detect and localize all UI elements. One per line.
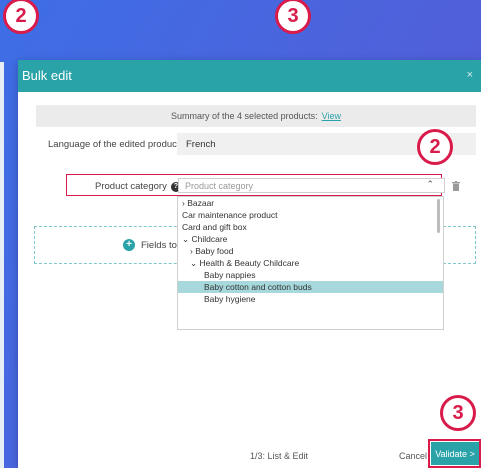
bulk-edit-modal: Bulk edit × Summary of the 4 selected pr… [18, 60, 481, 468]
annotation-badge-3: 3 [440, 395, 476, 431]
step-indicator: 1/3: List & Edit [250, 451, 309, 461]
language-row-label: Language of the edited products ? [48, 139, 199, 150]
plus-circle-icon: + [123, 239, 135, 251]
modal-title: Bulk edit [22, 68, 72, 83]
close-icon[interactable]: × [467, 69, 473, 81]
validate-button[interactable]: Validate > [431, 442, 479, 465]
chevron-up-icon: ⌃ [426, 179, 434, 189]
dropdown-option[interactable]: ⌄ Childcare [178, 233, 443, 245]
trash-icon[interactable] [452, 181, 460, 191]
selection-summary: Summary of the 4 selected products: View [36, 105, 476, 127]
dropdown-option[interactable]: Car maintenance product [178, 209, 443, 221]
modal-header: Bulk edit × [18, 60, 481, 92]
view-selection-link[interactable]: View [322, 111, 341, 121]
dropdown-option[interactable]: Card and gift box [178, 221, 443, 233]
annotation-badge-2: 2 [417, 129, 453, 165]
category-dropdown-list[interactable]: › Bazaar Car maintenance product Card an… [177, 196, 444, 330]
background-panel-edge [0, 62, 4, 468]
dropdown-option[interactable]: Baby nappies [178, 269, 443, 281]
summary-text: Summary of the 4 selected products: [171, 111, 318, 121]
dropdown-option[interactable]: › Baby food [178, 245, 443, 257]
annotation-badge-2: 2 [3, 0, 39, 34]
language-label: Language of the edited products [48, 139, 185, 150]
category-placeholder: Product category [185, 180, 254, 191]
dropdown-option[interactable]: ⌄ Health & Beauty Childcare [178, 257, 443, 269]
annotation-badge-3: 3 [275, 0, 311, 34]
category-row-label: Product category ? [95, 181, 181, 192]
dropdown-scrollbar[interactable] [437, 199, 440, 233]
dropdown-option-selected[interactable]: Baby cotton and cotton buds [178, 281, 443, 293]
dropdown-option[interactable]: › Bazaar [178, 197, 443, 209]
product-category-select[interactable]: Product category ⌃ [178, 178, 445, 193]
cancel-button[interactable]: Cancel [399, 451, 427, 461]
category-label: Product category [95, 181, 167, 192]
dropdown-option[interactable]: Baby hygiene [178, 293, 443, 305]
